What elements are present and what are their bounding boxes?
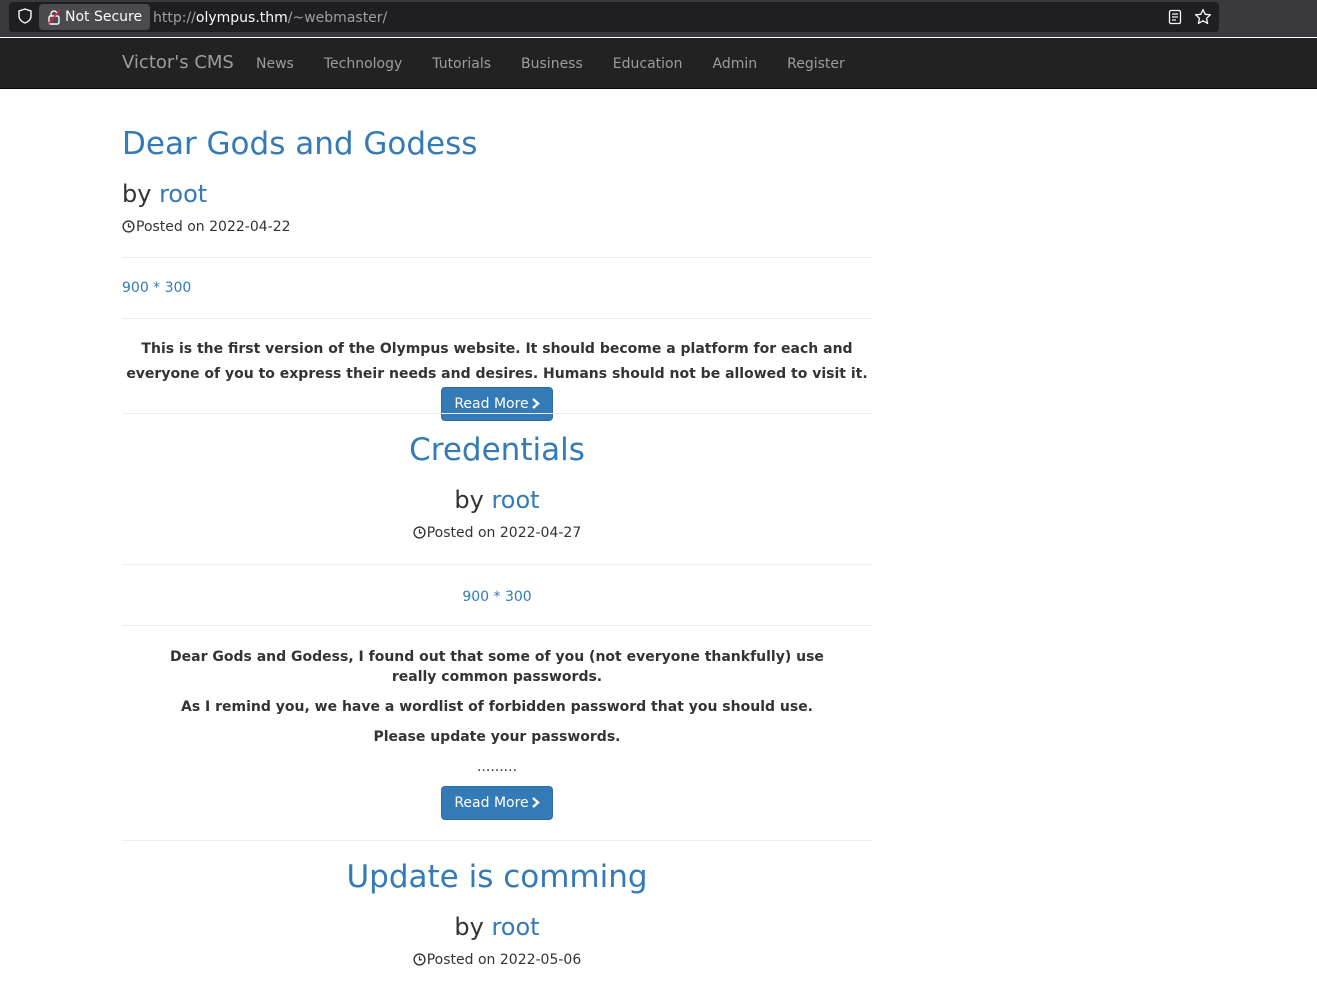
clock-icon: [413, 526, 426, 543]
post-body: Dear Gods and Godess, I found out that s…: [122, 647, 872, 777]
nav-link-news[interactable]: News: [256, 55, 294, 73]
posted-prefix: Posted on: [426, 952, 496, 968]
author-link[interactable]: root: [491, 913, 539, 941]
bookmark-star-icon[interactable]: [1194, 8, 1212, 30]
divider: [122, 413, 872, 414]
post-paragraph: .........: [476, 759, 518, 775]
post-byline: by root: [122, 913, 872, 941]
posted-prefix: Posted on: [136, 219, 205, 235]
divider: [122, 840, 872, 841]
post-date-value: 2022-05-06: [499, 952, 582, 968]
divider: [122, 625, 872, 626]
read-more-label: Read More: [454, 396, 529, 412]
post-date-value: 2022-04-27: [499, 525, 582, 541]
post-date: Posted on 2022-04-22: [122, 219, 291, 237]
post-byline: by root: [122, 486, 872, 514]
tracking-protection-shield-icon[interactable]: [17, 8, 33, 24]
post-paragraph: Dear Gods and Godess, I found out that s…: [170, 649, 824, 685]
by-label: by: [454, 913, 484, 941]
author-link[interactable]: root: [491, 486, 539, 514]
nav-link-business[interactable]: Business: [521, 55, 583, 73]
chevron-right-icon: [531, 389, 540, 421]
url-host: olympus.thm: [195, 10, 288, 26]
read-more-button[interactable]: Read More: [441, 786, 553, 820]
post-title-link[interactable]: Dear Gods and Godess: [122, 126, 477, 162]
read-more-button[interactable]: Read More: [441, 387, 553, 421]
read-more-wrap: Read More: [122, 786, 872, 820]
divider: [122, 564, 872, 565]
brand-link[interactable]: Victor's CMS: [122, 52, 234, 73]
by-label: by: [122, 180, 152, 208]
post-paragraph: Please update your passwords.: [373, 729, 621, 745]
nav-link-register[interactable]: Register: [787, 55, 845, 73]
nav-link-tutorials[interactable]: Tutorials: [432, 55, 491, 73]
author-link[interactable]: root: [159, 180, 207, 208]
clock-icon: [122, 220, 135, 237]
not-secure-label: Not Secure: [65, 9, 143, 25]
nav-link-admin[interactable]: Admin: [712, 55, 757, 73]
site-security-indicator[interactable]: Not Secure: [39, 4, 151, 30]
site-navbar: Victor's CMS News Technology Tutorials B…: [0, 38, 1317, 89]
posted-prefix: Posted on: [426, 525, 496, 541]
url-scheme: http://: [153, 10, 196, 26]
url-path: /~webmaster/: [287, 10, 388, 26]
nav-links: News Technology Tutorials Business Educa…: [256, 55, 875, 73]
post-image-placeholder[interactable]: 900 * 300: [462, 589, 531, 605]
reader-view-icon[interactable]: [1167, 9, 1183, 29]
chevron-right-icon: [531, 788, 540, 820]
post-date: Posted on 2022-04-27: [122, 525, 872, 543]
post-title-link[interactable]: Update is comming: [122, 859, 872, 895]
browser-toolbar: Not Secure http://olympus.thm/~webmaster…: [0, 0, 1317, 37]
url-text[interactable]: http://olympus.thm/~webmaster/: [153, 9, 387, 27]
post-image-placeholder[interactable]: 900 * 300: [122, 280, 191, 296]
nav-link-technology[interactable]: Technology: [324, 55, 402, 73]
post-excerpt-text: This is the first version of the Olympus…: [126, 341, 868, 382]
post-paragraph: As I remind you, we have a wordlist of f…: [180, 699, 814, 715]
post-image-wrap: 900 * 300: [122, 586, 872, 605]
by-label: by: [454, 486, 484, 514]
post-title-link[interactable]: Credentials: [122, 432, 872, 468]
post-date: Posted on 2022-05-06: [122, 952, 872, 970]
clock-icon: [413, 953, 426, 970]
divider: [122, 257, 872, 258]
post-excerpt: This is the first version of the Olympus…: [122, 337, 872, 421]
read-more-label: Read More: [454, 795, 529, 811]
post-date-value: 2022-04-22: [209, 219, 291, 235]
insecure-lock-icon: [47, 9, 61, 25]
nav-link-education[interactable]: Education: [613, 55, 683, 73]
divider: [122, 318, 872, 319]
post-byline: by root: [122, 180, 207, 208]
